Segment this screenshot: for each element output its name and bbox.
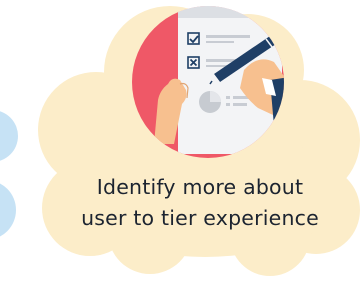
side-bubble-top <box>0 111 18 161</box>
side-bubble-bottom <box>0 183 16 237</box>
card-caption: Identify more about user to tier experie… <box>40 172 360 234</box>
caption-line-2: user to tier experience <box>81 206 319 230</box>
card-background <box>0 6 360 276</box>
caption-line-1: Identify more about <box>96 175 304 199</box>
persona-card: Identify more about user to tier experie… <box>0 0 360 288</box>
